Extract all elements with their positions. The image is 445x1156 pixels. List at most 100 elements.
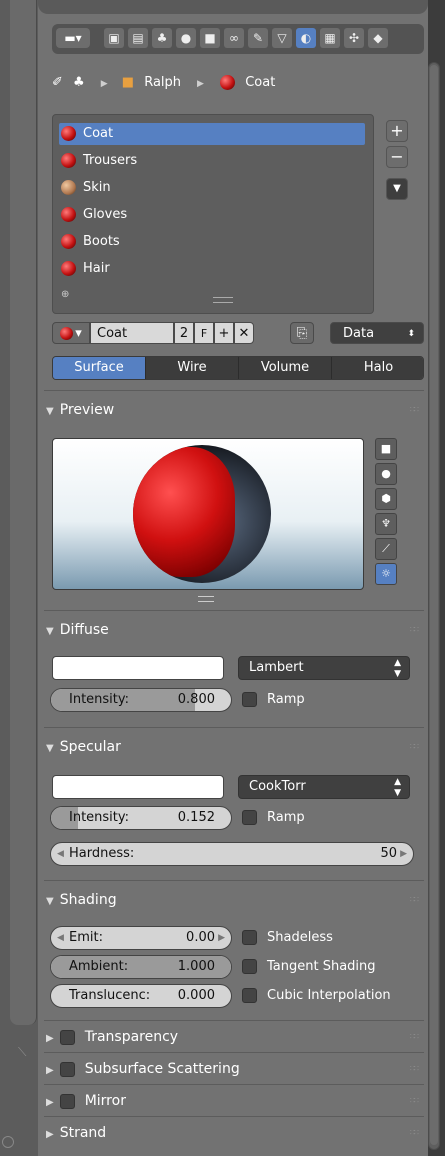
- transparency-panel-header[interactable]: ▶ Transparency ∷∷: [46, 1023, 422, 1051]
- updown-icon: ⬍: [407, 329, 415, 339]
- texture-tab-icon[interactable]: ▦: [320, 28, 340, 48]
- top-frame: [38, 0, 428, 14]
- diffuse-color-swatch[interactable]: [52, 656, 224, 680]
- translucency-slider[interactable]: Translucenc: 0.000: [50, 984, 232, 1008]
- shading-panel-header[interactable]: ▼ Shading ∷∷: [46, 886, 422, 914]
- copy-material-icon[interactable]: ⎘: [290, 322, 314, 344]
- decrement-arrow-icon[interactable]: ◀: [57, 843, 64, 865]
- monkey-preview-icon[interactable]: ♆: [375, 513, 397, 535]
- shadeless-checkbox[interactable]: Shadeless: [242, 927, 333, 949]
- diffuse-panel-header[interactable]: ▼ Diffuse ∷∷: [46, 616, 422, 644]
- drag-grip-icon[interactable]: ∷∷: [410, 1023, 419, 1051]
- preview-coat-shape: [133, 447, 235, 577]
- constraints-tab-icon[interactable]: ∞: [224, 28, 244, 48]
- diffuse-shader-dropdown[interactable]: Lambert ▲ ▼: [238, 656, 410, 680]
- increment-arrow-icon[interactable]: ▶: [218, 927, 225, 949]
- sphere-preview-icon[interactable]: ●: [375, 463, 397, 485]
- hair-preview-icon[interactable]: ⟋: [375, 538, 397, 560]
- mirror-panel-header[interactable]: ▶ Mirror ∷∷: [46, 1087, 422, 1115]
- render-layers-tab-icon[interactable]: ▤: [128, 28, 148, 48]
- tab-wire[interactable]: Wire: [146, 357, 239, 379]
- increment-arrow-icon[interactable]: ▶: [400, 843, 407, 865]
- material-slot[interactable]: Gloves: [59, 204, 365, 226]
- vertical-scrollbar[interactable]: [428, 62, 440, 1150]
- pin-icon[interactable]: ✐: [52, 75, 63, 90]
- cubic-interpolation-checkbox[interactable]: Cubic Interpolation: [242, 985, 391, 1007]
- resize-hatch-icon[interactable]: ⟍: [18, 1045, 34, 1061]
- material-slot[interactable]: Boots: [59, 231, 365, 253]
- editor-corner-dot[interactable]: [2, 1136, 14, 1148]
- emit-slider[interactable]: ◀ Emit: 0.00 ▶: [50, 926, 232, 950]
- tangent-shading-checkbox[interactable]: Tangent Shading: [242, 956, 376, 978]
- drag-grip-icon[interactable]: ∷∷: [410, 886, 419, 914]
- specular-color-swatch[interactable]: [52, 775, 224, 799]
- new-material-icon[interactable]: +: [214, 322, 234, 344]
- unlink-material-icon[interactable]: ✕: [234, 322, 254, 344]
- scrollbar-thumb[interactable]: [430, 65, 438, 1145]
- enable-checkbox-icon[interactable]: [59, 1061, 75, 1077]
- material-ball-icon: [61, 207, 76, 222]
- tab-surface[interactable]: Surface: [53, 357, 146, 379]
- flat-preview-icon[interactable]: ■: [375, 438, 397, 460]
- checkbox-icon: [242, 930, 257, 945]
- data-tab-icon[interactable]: ▽: [272, 28, 292, 48]
- diffuse-intensity-slider[interactable]: Intensity: 0.800: [50, 688, 232, 712]
- decrement-arrow-icon[interactable]: ◀: [57, 927, 64, 949]
- list-filter-icon[interactable]: ⊕: [61, 289, 69, 300]
- enable-checkbox-icon[interactable]: [59, 1029, 75, 1045]
- enable-checkbox-icon[interactable]: [59, 1093, 75, 1109]
- physics-tab-icon[interactable]: ◆: [368, 28, 388, 48]
- properties-header: ▬▾ ▣ ▤ ♣ ● ■ ∞ ✎ ▽ ◐ ▦ ✣ ◆: [52, 24, 424, 54]
- modifiers-tab-icon[interactable]: ✎: [248, 28, 268, 48]
- specular-panel-header[interactable]: ▼ Specular ∷∷: [46, 733, 422, 761]
- tab-volume[interactable]: Volume: [239, 357, 332, 379]
- drag-grip-icon[interactable]: ∷∷: [410, 1055, 419, 1083]
- drag-grip-icon[interactable]: ∷∷: [410, 1119, 419, 1147]
- render-tab-icon[interactable]: ▣: [104, 28, 124, 48]
- properties-editor: ▬▾ ▣ ▤ ♣ ● ■ ∞ ✎ ▽ ◐ ▦ ✣ ◆ ✐ ♣ ▶ ■ Ralph ▶…: [38, 0, 428, 1156]
- material-tab-icon[interactable]: ◐: [296, 28, 316, 48]
- drag-grip-icon[interactable]: ∷∷: [410, 396, 419, 424]
- browse-material-button[interactable]: ▾: [52, 322, 90, 344]
- world-tab-icon[interactable]: ●: [176, 28, 196, 48]
- object-icon: ■: [121, 75, 135, 90]
- drag-grip-icon[interactable]: ∷∷: [410, 733, 419, 761]
- material-slot[interactable]: Skin: [59, 177, 365, 199]
- material-slot-list: Coat Trousers Skin Gloves Boots Hair ⊕: [52, 114, 374, 314]
- scene-tab-icon[interactable]: ♣: [152, 28, 172, 48]
- specular-intensity-slider[interactable]: Intensity: 0.152: [50, 806, 232, 830]
- drag-grip-icon[interactable]: ∷∷: [410, 616, 419, 644]
- object-tab-icon[interactable]: ■: [200, 28, 220, 48]
- users-count[interactable]: 2: [174, 322, 194, 344]
- add-slot-button[interactable]: +: [386, 120, 408, 142]
- expanded-icon: ▼: [46, 896, 54, 907]
- checkbox-icon: [242, 959, 257, 974]
- fake-user-toggle[interactable]: F: [194, 322, 214, 344]
- drag-grip-icon[interactable]: ∷∷: [410, 1087, 419, 1115]
- list-resize-grip[interactable]: [213, 297, 233, 303]
- ambient-slider[interactable]: Ambient: 1.000: [50, 955, 232, 979]
- slot-specials-button[interactable]: ▼: [386, 178, 408, 200]
- sphere-sky-preview-icon[interactable]: ☼: [375, 563, 397, 585]
- material-name-field[interactable]: Coat: [90, 322, 174, 344]
- preview-panel-header[interactable]: ▼ Preview ∷∷: [46, 396, 422, 424]
- strand-panel-header[interactable]: ▶ Strand ∷∷: [46, 1119, 422, 1147]
- material-slot[interactable]: Hair: [59, 258, 365, 280]
- cube-preview-icon[interactable]: ⬢: [375, 488, 397, 510]
- particles-tab-icon[interactable]: ✣: [344, 28, 364, 48]
- remove-slot-button[interactable]: −: [386, 146, 408, 168]
- specular-ramp-checkbox[interactable]: Ramp: [242, 807, 305, 829]
- specular-shader-dropdown[interactable]: CookTorr ▲ ▼: [238, 775, 410, 799]
- editor-type-menu[interactable]: ▬▾: [56, 28, 90, 48]
- hardness-slider[interactable]: ◀ Hardness: 50 ▶: [50, 842, 414, 866]
- material-slot[interactable]: Trousers: [59, 150, 365, 172]
- link-dropdown[interactable]: Data ⬍: [330, 322, 424, 344]
- material-preview: [52, 438, 364, 590]
- preview-resize-grip[interactable]: [198, 596, 214, 602]
- subsurface-panel-header[interactable]: ▶ Subsurface Scattering ∷∷: [46, 1055, 422, 1083]
- divider: [44, 727, 424, 728]
- diffuse-ramp-checkbox[interactable]: Ramp: [242, 689, 305, 711]
- material-icon: [220, 75, 236, 90]
- material-slot[interactable]: Coat: [59, 123, 365, 145]
- tab-halo[interactable]: Halo: [332, 357, 423, 379]
